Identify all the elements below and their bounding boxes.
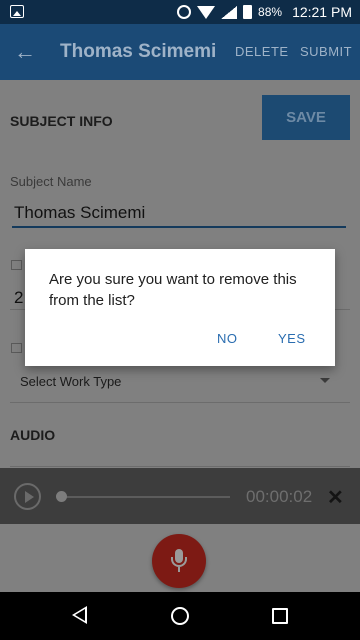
- alarm-icon: [177, 5, 192, 19]
- close-icon[interactable]: ✕: [327, 485, 344, 510]
- signal-icon: [221, 5, 238, 19]
- image-icon: [10, 5, 24, 18]
- play-icon[interactable]: [14, 483, 41, 510]
- subject-name-underline: [12, 226, 346, 228]
- audio-player: 00:00:02 ✕: [0, 468, 360, 524]
- battery-icon: [243, 5, 253, 19]
- mic-stand: [171, 557, 187, 567]
- audio-heading: AUDIO: [10, 427, 56, 443]
- back-arrow-icon[interactable]: ←: [14, 40, 40, 64]
- dialog-message: Are you sure you want to remove this fro…: [49, 271, 297, 309]
- nav-recents-icon[interactable]: [272, 608, 288, 624]
- page-title: Thomas Scimemi: [60, 41, 217, 62]
- dialog-no-button[interactable]: NO: [217, 331, 238, 346]
- status-icons: 88% 12:21 PM: [177, 4, 352, 20]
- work-type-select[interactable]: Select Work Type: [20, 374, 121, 389]
- delete-button[interactable]: DELETE: [235, 44, 289, 59]
- wifi-icon: [197, 5, 216, 19]
- subject-info-heading: SUBJECT INFO: [10, 113, 113, 129]
- app-bar: ← Thomas Scimemi DELETE SUBMIT: [0, 24, 360, 80]
- chevron-down-icon[interactable]: [320, 378, 330, 383]
- record-button[interactable]: [152, 534, 206, 588]
- subject-name-label: Subject Name: [10, 174, 92, 189]
- person-icon: [11, 260, 22, 270]
- nav-home-icon[interactable]: [171, 607, 189, 625]
- dialog-yes-button[interactable]: YES: [278, 331, 306, 346]
- battery-percent: 88%: [258, 5, 283, 19]
- audio-seek-thumb[interactable]: [56, 491, 67, 502]
- mic-stem: [178, 567, 180, 572]
- partial-field-value[interactable]: 2: [14, 288, 23, 308]
- system-nav-bar: [0, 592, 360, 640]
- work-icon: [11, 343, 22, 353]
- audio-time: 00:00:02: [246, 487, 313, 506]
- subject-name-input[interactable]: Thomas Scimemi: [14, 203, 145, 223]
- confirm-dialog: Are you sure you want to remove this fro…: [25, 249, 335, 366]
- audio-seek-track[interactable]: [60, 496, 230, 498]
- clock: 12:21 PM: [292, 4, 352, 20]
- nav-back-icon[interactable]: [72, 606, 87, 624]
- save-button[interactable]: SAVE: [262, 95, 350, 140]
- work-type-divider: [10, 402, 350, 403]
- audio-divider: [10, 466, 350, 467]
- submit-button[interactable]: SUBMIT: [300, 44, 352, 59]
- status-bar: 88% 12:21 PM: [0, 0, 360, 24]
